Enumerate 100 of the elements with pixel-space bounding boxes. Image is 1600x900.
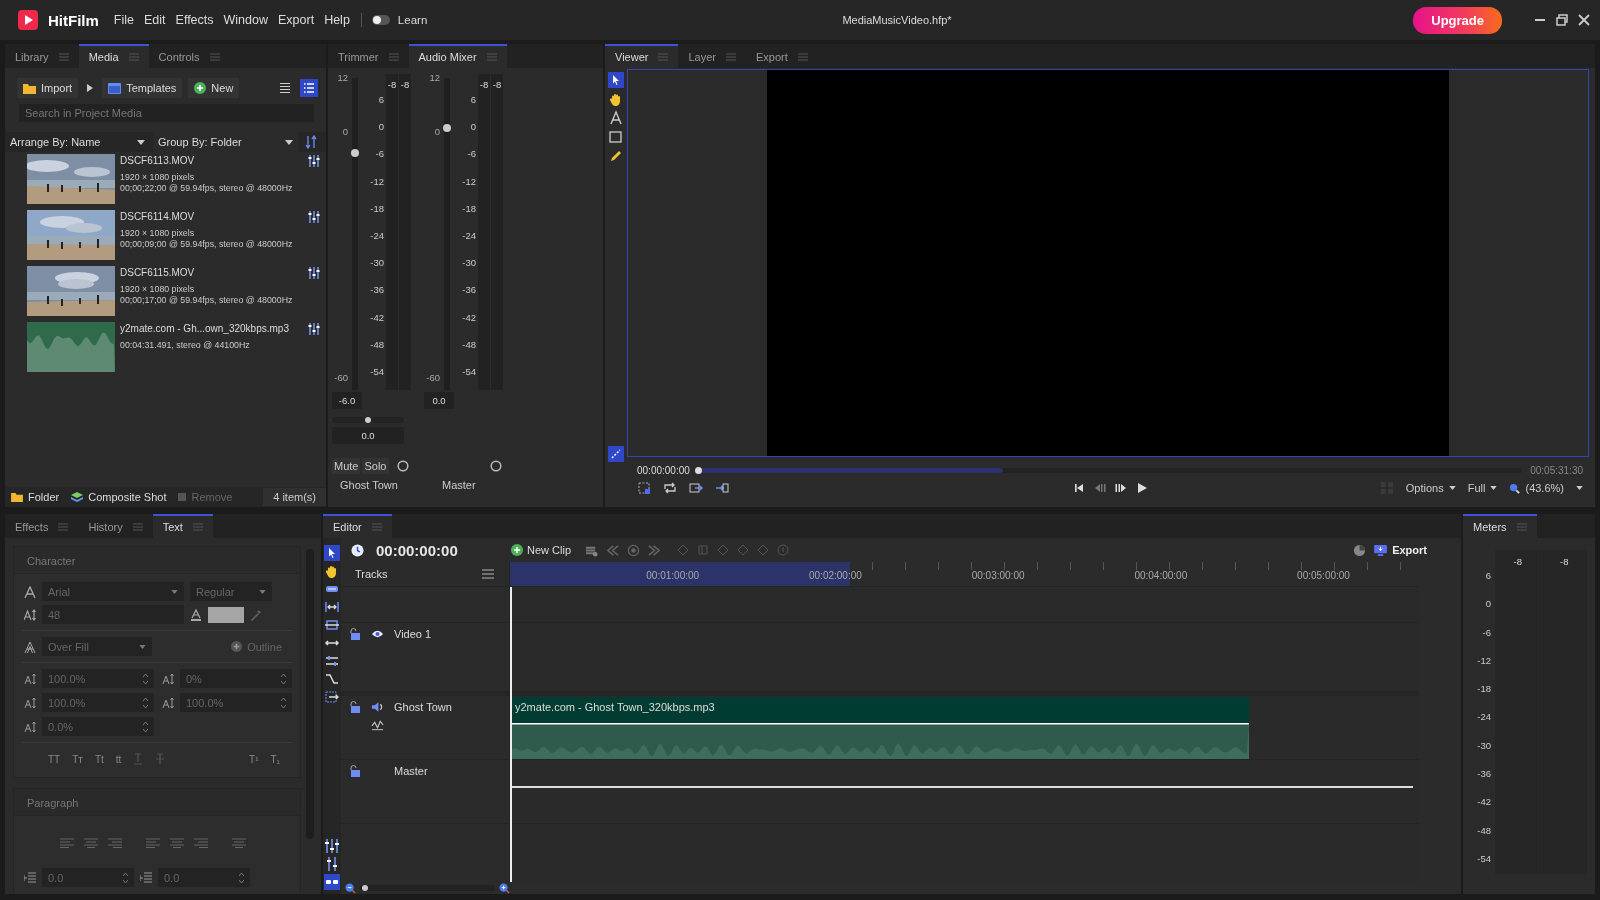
- panel-tab[interactable]: Editor: [323, 514, 392, 538]
- restore-icon[interactable]: [1556, 14, 1568, 26]
- panel-tab[interactable]: History: [78, 514, 153, 538]
- pointer-icon[interactable]: [608, 72, 624, 88]
- case-button[interactable]: Tt: [94, 753, 104, 765]
- media-name[interactable]: DSCF6114.MOV: [120, 210, 303, 223]
- case-button[interactable]: Tт: [72, 753, 83, 765]
- details-view-button[interactable]: [300, 79, 318, 97]
- step-back-icon[interactable]: [1093, 482, 1106, 494]
- panel-tab[interactable]: Media: [78, 44, 149, 68]
- spinner-icon[interactable]: [239, 871, 244, 884]
- menu-item[interactable]: Help: [323, 13, 351, 27]
- render-icon[interactable]: [1353, 543, 1367, 557]
- composite-shot-button[interactable]: Composite Shot: [71, 491, 167, 503]
- mixer-icon[interactable]: [308, 155, 320, 167]
- mute-button[interactable]: Mute: [332, 458, 361, 474]
- zoom-slider[interactable]: [360, 885, 495, 891]
- learn-toggle[interactable]: [371, 15, 390, 25]
- gain-field[interactable]: -6.0: [332, 392, 362, 409]
- menu-item[interactable]: File: [112, 13, 135, 27]
- next-keyframe-icon[interactable]: [648, 543, 661, 557]
- insert-icon[interactable]: [715, 481, 729, 495]
- playhead-handle[interactable]: [694, 467, 702, 474]
- new-button[interactable]: New: [188, 78, 240, 98]
- align-icon[interactable]: [146, 838, 160, 848]
- media-name[interactable]: y2mate.com - Gh...own_320kbps.mp3: [120, 322, 303, 335]
- align-icon[interactable]: [194, 838, 208, 848]
- safe-area-icon[interactable]: [637, 481, 651, 495]
- circle-icon[interactable]: [490, 460, 502, 472]
- zoom-dropdown[interactable]: (43.6%): [1509, 482, 1564, 494]
- align-icon[interactable]: [170, 838, 184, 848]
- menu-item[interactable]: Edit: [143, 13, 167, 27]
- record-icon[interactable]: [627, 543, 640, 557]
- panel-tab[interactable]: Controls: [148, 44, 230, 68]
- folder-button[interactable]: Folder: [11, 491, 60, 503]
- gain-field[interactable]: 0.0: [424, 392, 454, 409]
- zoom-handle[interactable]: [362, 885, 369, 891]
- eye-icon[interactable]: [371, 629, 384, 639]
- mixer-icon[interactable]: [308, 323, 320, 335]
- insert-icon[interactable]: [324, 689, 340, 705]
- spinner-icon[interactable]: [143, 696, 148, 709]
- circle-icon[interactable]: [396, 460, 409, 472]
- case-button[interactable]: tt: [115, 753, 122, 765]
- export-button[interactable]: Export: [1374, 544, 1427, 556]
- step-forward-icon[interactable]: [1114, 482, 1127, 494]
- align-icon[interactable]: [108, 838, 122, 848]
- play-icon[interactable]: [86, 83, 95, 93]
- lock-icon[interactable]: [349, 765, 361, 777]
- panel-tab[interactable]: Trimmer: [328, 44, 409, 68]
- align-icon[interactable]: [60, 838, 74, 848]
- curve-icon[interactable]: [324, 671, 340, 687]
- menu-item[interactable]: Export: [277, 13, 316, 27]
- spinner-icon[interactable]: [143, 720, 148, 733]
- pointer-icon[interactable]: [324, 545, 340, 561]
- group-dropdown[interactable]: Group By: Folder: [153, 132, 298, 152]
- options-dropdown[interactable]: Options: [1405, 482, 1456, 494]
- search-field[interactable]: Search in Project Media: [19, 104, 314, 122]
- solo-button[interactable]: Solo: [362, 458, 389, 474]
- sort-icon[interactable]: [305, 135, 317, 149]
- overwrite-icon[interactable]: [689, 481, 703, 495]
- color-swatch[interactable]: [208, 606, 244, 623]
- panel-tab[interactable]: Meters: [1463, 514, 1537, 538]
- skip-start-icon[interactable]: [1072, 482, 1085, 494]
- mixer-icon[interactable]: [308, 267, 320, 279]
- spinner-icon[interactable]: [281, 696, 286, 709]
- pencil-icon[interactable]: [608, 148, 624, 164]
- pan-handle[interactable]: [365, 417, 371, 423]
- panel-tab[interactable]: Export: [745, 44, 818, 68]
- rectangle-icon[interactable]: [608, 129, 624, 145]
- panel-tab[interactable]: Effects: [5, 514, 79, 538]
- pan-slider[interactable]: [332, 417, 404, 423]
- script-button[interactable]: T₁: [270, 753, 280, 765]
- new-clip-button[interactable]: New Clip: [511, 544, 571, 556]
- media-name[interactable]: DSCF6115.MOV: [120, 266, 303, 279]
- lock-icon[interactable]: [349, 628, 361, 640]
- import-button[interactable]: Import: [17, 78, 79, 98]
- media-name[interactable]: DSCF6113.MOV: [120, 154, 303, 167]
- case-button[interactable]: TT: [48, 753, 61, 765]
- snap-icon[interactable]: [324, 874, 340, 890]
- fader-handle[interactable]: [443, 123, 451, 132]
- waveform-icon[interactable]: [371, 719, 384, 731]
- play-icon[interactable]: [1135, 482, 1148, 494]
- panel-tab[interactable]: Audio Mixer: [408, 44, 507, 68]
- ripple-icon[interactable]: [324, 599, 340, 615]
- pan-field[interactable]: 0.0: [332, 427, 404, 444]
- roll-icon[interactable]: [324, 617, 340, 633]
- time-ruler[interactable]: 00:01:00:00 00:02:00:00 00:03:00:00 00:04:00:00 00:05:00:00: [510, 562, 1419, 587]
- templates-button[interactable]: Templates: [102, 78, 183, 98]
- previous-keyframe-icon[interactable]: [606, 543, 619, 557]
- panel-tab[interactable]: Layer: [678, 44, 746, 68]
- zoom-out-icon[interactable]: [345, 882, 356, 894]
- panel-tab[interactable]: Text: [152, 514, 213, 538]
- close-icon[interactable]: [1578, 14, 1590, 26]
- loop-icon[interactable]: [663, 481, 677, 495]
- zoom-in-icon[interactable]: [499, 882, 510, 894]
- align-icon[interactable]: [232, 838, 246, 848]
- quality-dropdown[interactable]: Full: [1467, 482, 1498, 494]
- mixer-icon[interactable]: [308, 211, 320, 223]
- eyedropper-icon[interactable]: [250, 608, 262, 621]
- spinner-icon[interactable]: [143, 672, 148, 685]
